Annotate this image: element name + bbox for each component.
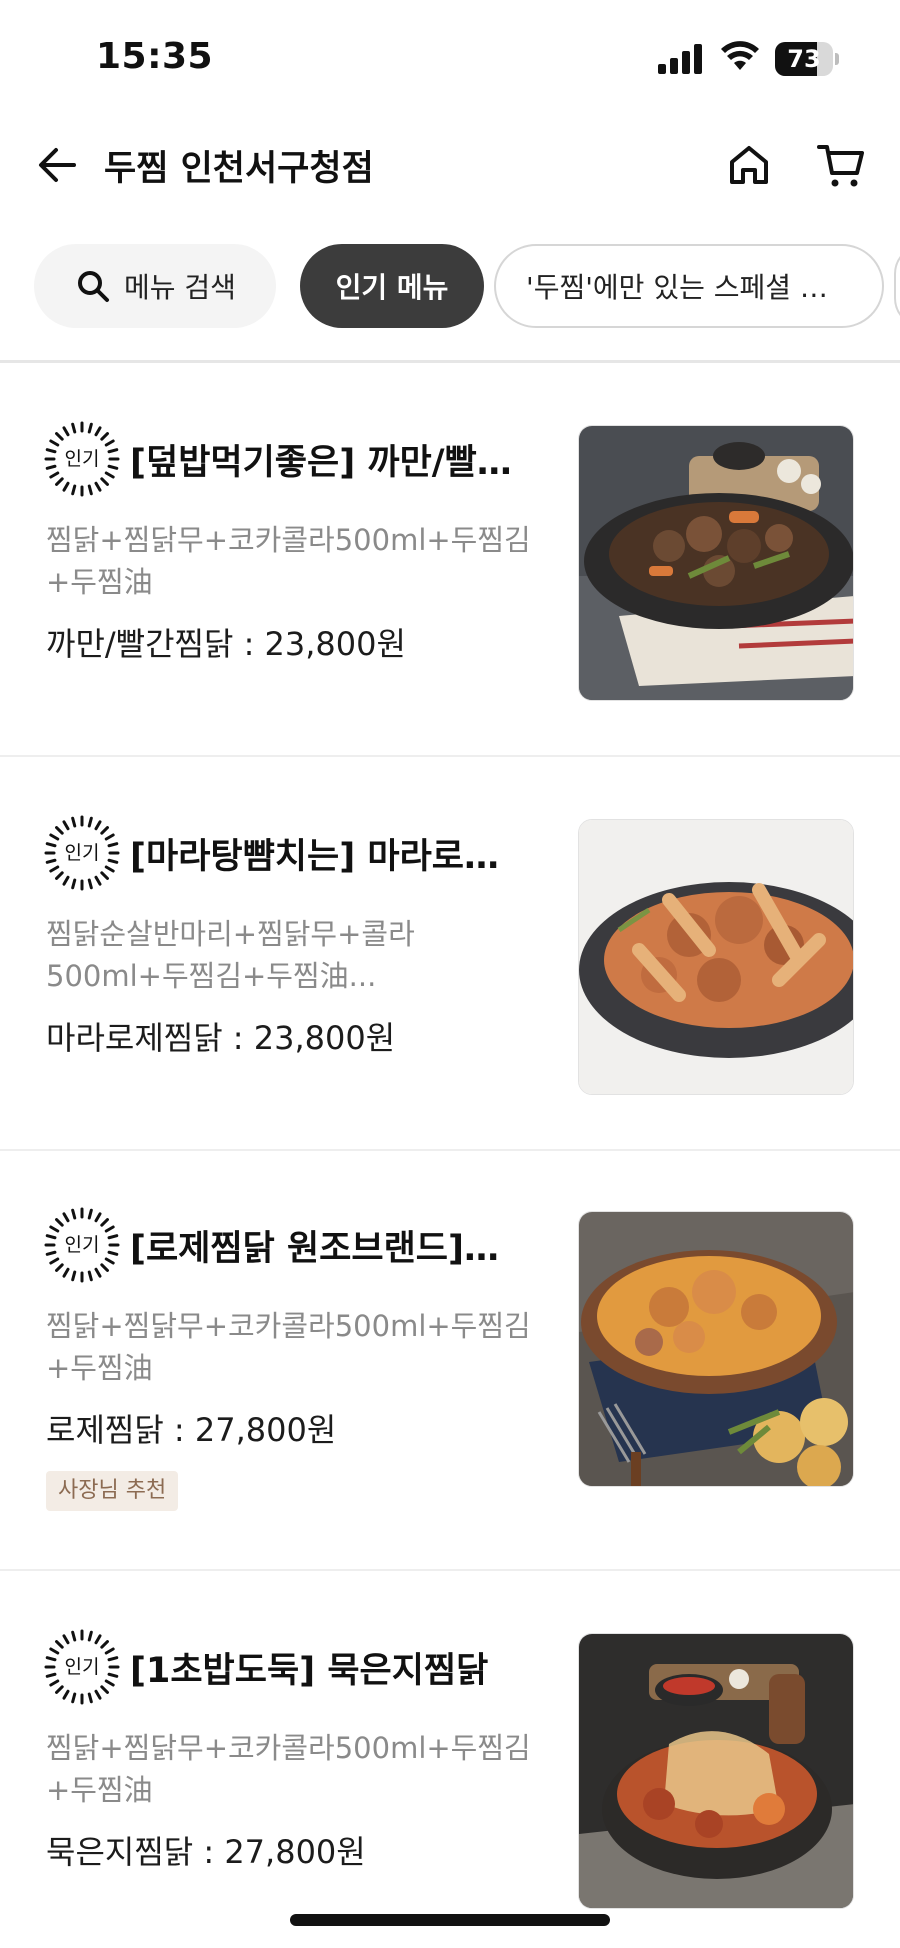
food-photo [578,819,854,1095]
popular-menu-chip[interactable]: 인기 메뉴 [300,244,484,328]
food-photo [578,1211,854,1487]
category-chip-row: 메뉴 검색 인기 메뉴 '두찜'에만 있는 스페셜 … [0,242,900,332]
cart-button[interactable] [812,136,870,194]
menu-search-label: 메뉴 검색 [124,271,236,304]
item-title: [마라탕뺨치는] 마라로… [130,836,499,877]
item-title: [1초밥도둑] 묵은지찜닭 [130,1650,489,1691]
home-button[interactable] [720,136,778,194]
item-description: 찜닭+찜닭무+코카콜라500ml+두찜김+두찜油 [46,1731,531,1807]
item-description: 찜닭+찜닭무+코카콜라500ml+두찜김+두찜油 [46,1309,531,1385]
home-icon [730,146,768,184]
item-price: 마라로제찜닭 : 23,800원 [46,1019,396,1057]
popular-badge-label: 인기 [64,1234,100,1256]
arrow-left-icon [39,148,76,182]
cart-icon [817,145,864,187]
menu-item[interactable]: 인기 [로제찜닭 원조브랜드]… 찜닭+찜닭무+코카콜라500ml+두찜김+두찜… [0,1151,900,1571]
owner-recommend-badge: 사장님 추천 [46,1471,179,1511]
back-button[interactable] [30,138,84,192]
popular-badge-label: 인기 [64,842,100,864]
food-photo [578,1633,854,1909]
food-photo [578,425,854,701]
popular-badge-label: 인기 [64,1656,100,1678]
next-chip[interactable] [894,244,900,328]
menu-item[interactable]: 인기 [마라탕뺨치는] 마라로… 찜닭순살반마리+찜닭무+콜라500ml+두찜김… [0,757,900,1151]
popular-badge-label: 인기 [64,448,100,470]
item-title: [로제찜닭 원조브랜드]… [130,1228,499,1269]
search-icon [76,269,110,303]
menu-item[interactable]: 인기 [1초밥도둑] 묵은지찜닭 찜닭+찜닭무+코카콜라500ml+두찜김+두찜… [0,1571,900,1948]
battery-level: 73 [787,45,821,73]
battery-icon: 73 [775,42,839,76]
item-price: 까만/빨간찜닭 : 23,800원 [46,625,406,663]
cellular-signal-icon [658,44,704,74]
menu-item[interactable]: 인기 [덮밥먹기좋은] 까만/빨… 찜닭+찜닭무+코카콜라500ml+두찜김+두… [0,363,900,757]
nav-bar: 두찜 인천서구청점 [0,110,900,220]
item-description: 찜닭순살반마리+찜닭무+콜라500ml+두찜김+두찜油... [46,917,415,993]
item-price: 묵은지찜닭 : 27,800원 [46,1833,366,1871]
item-price: 로제찜닭 : 27,800원 [46,1411,337,1449]
wifi-icon [721,41,759,70]
status-bar: 15:35 73 [0,0,900,110]
item-title: [덮밥먹기좋은] 까만/빨… [130,442,512,483]
page-title: 두찜 인천서구청점 [104,149,374,189]
status-time: 15:35 [96,36,214,77]
home-indicator [290,1914,610,1926]
special-menu-chip[interactable]: '두찜'에만 있는 스페셜 … [494,244,884,328]
item-description: 찜닭+찜닭무+코카콜라500ml+두찜김+두찜油 [46,523,531,599]
screen: 15:35 73 두찜 인천서구청점 메뉴 검색 인기 메뉴 '두찜'에만 있는… [0,0,900,1948]
menu-search-chip[interactable]: 메뉴 검색 [34,244,276,328]
